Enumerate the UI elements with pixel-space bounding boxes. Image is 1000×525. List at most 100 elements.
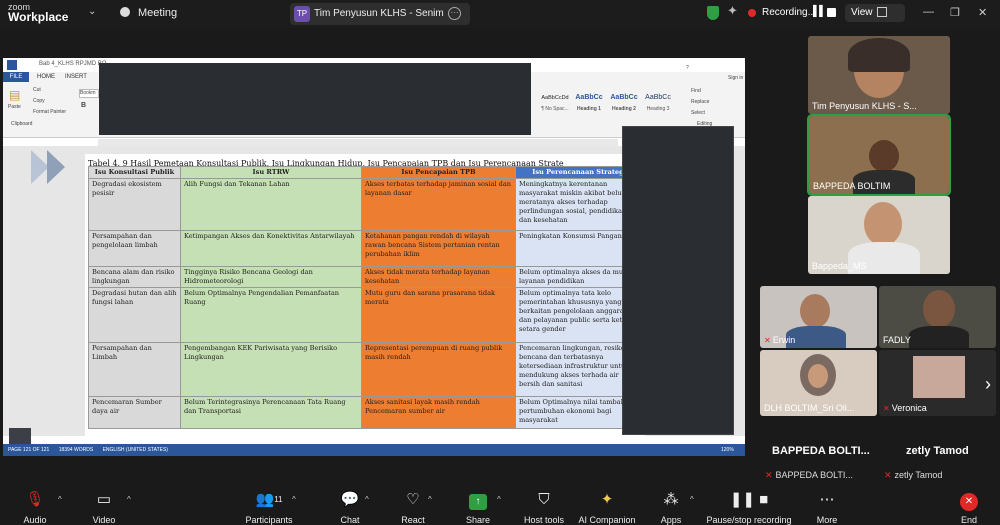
- more-dots-icon[interactable]: ···: [448, 7, 461, 20]
- table-cell: Representasi perempuan di ruang publik m…: [361, 342, 516, 397]
- restore-icon[interactable]: ❐: [950, 6, 960, 19]
- participant-video: [869, 140, 899, 172]
- pause-label: Pause/stop recording: [706, 515, 792, 525]
- participant-name: ✕ Veronica: [883, 403, 927, 413]
- table-cell: Akses sanitasi layak masih rendah Pencem…: [361, 396, 516, 429]
- participant-name: Tim Penyusun KLHS - S...: [812, 101, 917, 111]
- table-row: Degradasi ekosistem pesisir Alih Fungsi …: [88, 178, 641, 231]
- share-button[interactable]: ↑ Share ^: [443, 490, 513, 525]
- word-icon: [7, 60, 17, 70]
- participant-name-large: BAPPEDA BOLTI...: [772, 445, 870, 457]
- table-cell: Pengembangan KEK Pariwisata yang Berisik…: [180, 342, 362, 397]
- view-button[interactable]: View: [845, 4, 905, 22]
- host-tools-button[interactable]: ⛉ Host tools: [509, 490, 579, 525]
- mic-muted-icon: ✕: [764, 336, 771, 345]
- minimize-icon[interactable]: —: [923, 6, 934, 18]
- apps-button[interactable]: ⁂ Apps ^: [636, 490, 706, 525]
- header-konsultasi: Isu Konsultasi Publik: [88, 166, 181, 179]
- view-label: View: [851, 7, 873, 18]
- chevron-right-icon[interactable]: ›: [985, 374, 991, 395]
- zoom-logo: zoom Workplace: [8, 2, 69, 24]
- participant-video: [808, 364, 828, 388]
- status-language: ENGLISH (UNITED STATES): [102, 447, 168, 453]
- bold-icon[interactable]: B: [81, 102, 86, 109]
- header-tpb: Isu Pencapaian TPB: [361, 166, 516, 179]
- participants-button[interactable]: 👥11 Participants ^: [234, 490, 304, 525]
- share-label: Share: [465, 515, 491, 525]
- video-tile[interactable]: Tim Penyusun KLHS - S...: [808, 36, 950, 114]
- help-icon[interactable]: ?: [686, 65, 689, 71]
- style-heading-2[interactable]: AaBbCc Heading 2: [608, 94, 640, 112]
- chevron-up-icon[interactable]: ^: [292, 495, 296, 504]
- ai-label: AI Companion: [578, 515, 636, 525]
- stop-icon[interactable]: [827, 8, 836, 17]
- meeting-label[interactable]: Meeting: [138, 7, 177, 19]
- participant-video: [848, 38, 910, 72]
- pause-icon[interactable]: ▌▌: [813, 6, 826, 17]
- cut-button[interactable]: Cut: [33, 87, 41, 93]
- chevron-up-icon[interactable]: ^: [428, 495, 432, 504]
- tab-insert[interactable]: INSERT: [65, 74, 87, 80]
- participant-video: [923, 290, 955, 328]
- signin-link[interactable]: Sign in: [728, 75, 743, 81]
- video-tile-active[interactable]: BAPPEDA BOLTIM: [807, 114, 951, 196]
- table-row: Persampahan dan pengelolaan limbah Ketim…: [88, 230, 641, 267]
- chevron-up-icon[interactable]: ^: [497, 495, 501, 504]
- video-tile[interactable]: ✕ Erwin: [760, 286, 877, 348]
- replace-button[interactable]: Replace: [691, 99, 709, 105]
- paste-label[interactable]: Paste: [8, 104, 21, 110]
- share-arrow-icon: ↑: [469, 494, 487, 510]
- more-dots-icon: ⋯: [819, 491, 835, 508]
- pause-stop-recording-button[interactable]: ❚❚ ■ Pause/stop recording: [703, 490, 795, 525]
- paste-icon[interactable]: ▤: [9, 88, 20, 102]
- apps-label: Apps: [660, 515, 682, 525]
- table-cell: Ketahanan pangan rendah di wilayah rawan…: [361, 230, 516, 267]
- ai-companion-button[interactable]: ✦ AI Companion: [572, 490, 642, 525]
- heart-icon: ♡: [406, 491, 420, 508]
- chevron-up-icon[interactable]: ^: [127, 495, 131, 504]
- select-button[interactable]: Select: [691, 110, 705, 116]
- find-button[interactable]: Find: [691, 88, 701, 94]
- word-status-bar: PAGE 121 OF 121 18394 WORDS ENGLISH (UNI…: [3, 444, 745, 456]
- video-button[interactable]: ▭ Video ^: [69, 490, 139, 525]
- ai-sparkle-icon[interactable]: ✦: [727, 3, 738, 19]
- avatar: TP: [294, 6, 310, 22]
- tab-home[interactable]: HOME: [37, 74, 55, 80]
- decorative-arrow-dark: [47, 150, 65, 184]
- table-cell: Belum Optimalnya Pengendalian Pemanfaata…: [180, 287, 362, 343]
- video-tile[interactable]: Bappeda_MS: [808, 196, 950, 274]
- participant-video: [909, 326, 969, 348]
- meeting-tab[interactable]: TP Tim Penyusun KLHS - Senimiawa ···: [290, 3, 470, 25]
- video-tile[interactable]: FADLY: [879, 286, 996, 348]
- style-no-spacing[interactable]: AaBbCcDd ¶ No Spac...: [539, 94, 571, 112]
- chat-button[interactable]: 💬 Chat ^: [315, 490, 385, 525]
- table-cell: Persampahan dan Limbah: [88, 342, 181, 397]
- close-icon[interactable]: ✕: [978, 6, 987, 19]
- chevron-up-icon[interactable]: ^: [365, 495, 369, 504]
- font-name-box[interactable]: Bookm: [79, 89, 99, 98]
- audio-button[interactable]: 🎙 Audio ^: [0, 490, 70, 525]
- video-tile[interactable]: ✕ Veronica: [879, 350, 996, 416]
- style-heading-1[interactable]: AaBbCc Heading 1: [573, 94, 605, 112]
- video-tile[interactable]: DLH BOLTIM_Sri Oli...: [760, 350, 877, 416]
- chevron-down-icon[interactable]: ⌄: [88, 6, 96, 17]
- copy-button[interactable]: Copy: [33, 98, 45, 104]
- more-button[interactable]: ⋯ More: [792, 490, 862, 525]
- table-cell: Akses terbatas terhadap jaminan sosial d…: [361, 178, 516, 231]
- react-button[interactable]: ♡ React ^: [378, 490, 448, 525]
- security-shield-icon[interactable]: [707, 6, 719, 20]
- style-heading-3[interactable]: AaBbCc Heading 3: [642, 94, 674, 112]
- chevron-up-icon[interactable]: ^: [58, 495, 62, 504]
- participants-label: Participants: [245, 515, 293, 525]
- sparkle-icon: ✦: [600, 491, 614, 508]
- ruler: [98, 139, 618, 146]
- status-zoom[interactable]: 120%: [721, 447, 734, 453]
- participant-name: ✕ Erwin: [764, 335, 796, 345]
- host-tools-label: Host tools: [523, 515, 565, 525]
- format-painter-button[interactable]: Format Painter: [33, 109, 66, 115]
- chat-label: Chat: [340, 515, 360, 525]
- chevron-up-icon[interactable]: ^: [690, 495, 694, 504]
- end-button[interactable]: ✕ End: [934, 490, 1000, 525]
- data-table: Isu Konsultasi Publik Isu RTRW Isu Penca…: [88, 166, 641, 429]
- status-page: PAGE 121 OF 121: [8, 447, 50, 453]
